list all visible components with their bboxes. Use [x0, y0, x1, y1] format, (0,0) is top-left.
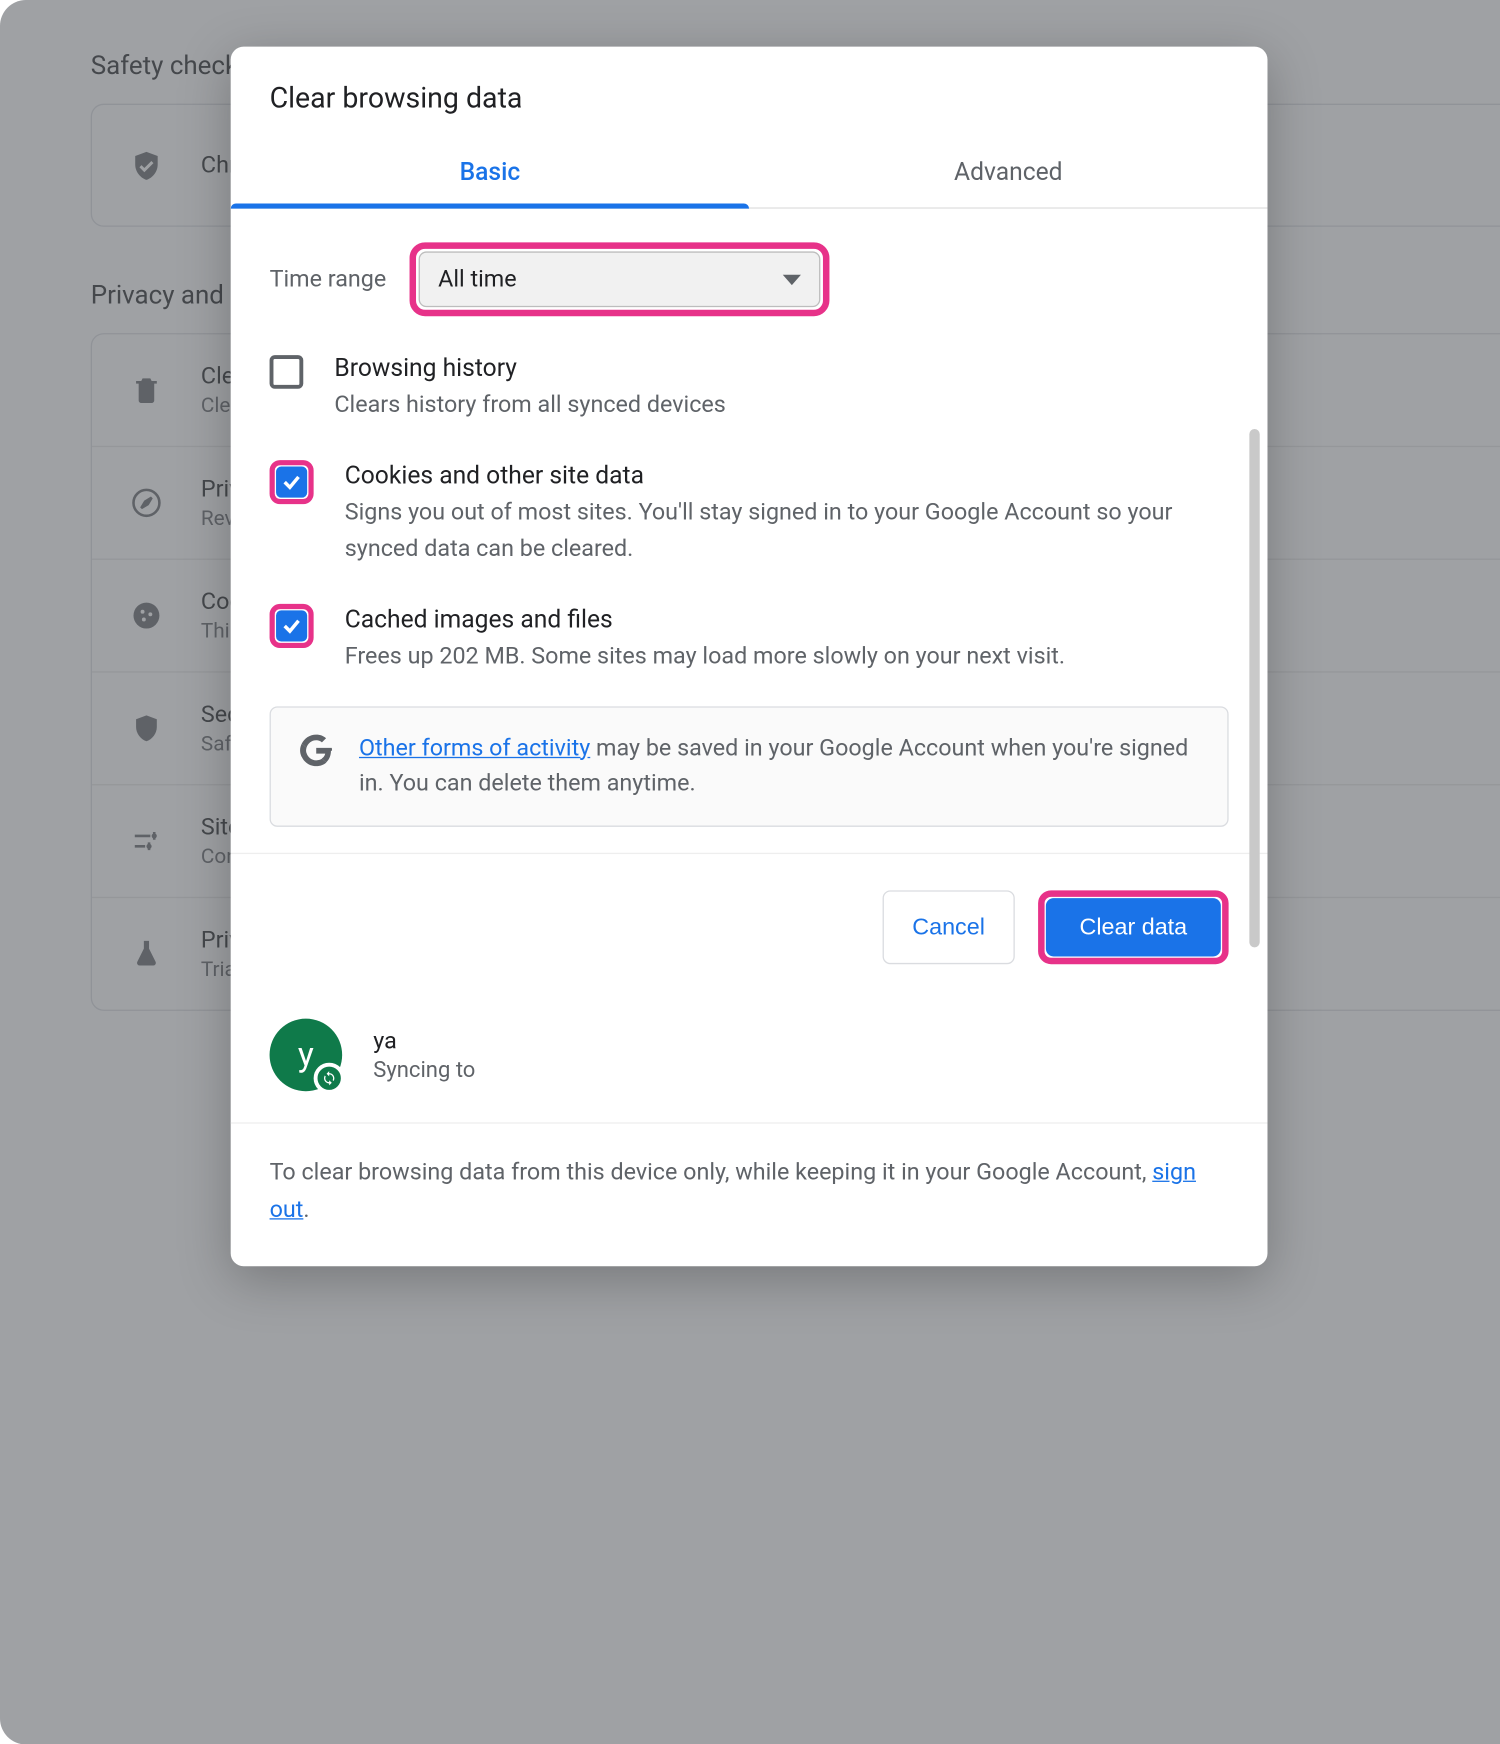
dialog-scrollbar[interactable] — [1249, 429, 1259, 947]
option-subtitle: Clears history from all synced devices — [334, 388, 1228, 424]
clear-data-button[interactable]: Clear data — [1046, 899, 1221, 957]
tab-advanced[interactable]: Advanced — [749, 139, 1267, 208]
option-subtitle: Frees up 202 MB. Some sites may load mor… — [345, 639, 1229, 675]
clear-browsing-data-dialog: Clear browsing data Basic Advanced Time … — [231, 47, 1268, 1266]
google-logo-icon — [299, 733, 333, 772]
clear-data-highlight: Clear data — [1038, 891, 1229, 965]
avatar: y — [270, 1019, 343, 1092]
signout-hint: To clear browsing data from this device … — [231, 1123, 1268, 1266]
option-title: Cookies and other site data — [345, 460, 1229, 490]
other-activity-link[interactable]: Other forms of activity — [359, 734, 590, 761]
time-range-highlight: All time — [410, 242, 830, 316]
sync-account-row: y ya Syncing to — [231, 993, 1268, 1104]
chevron-down-icon — [783, 274, 801, 284]
cancel-button[interactable]: Cancel — [882, 891, 1014, 965]
tab-basic[interactable]: Basic — [231, 139, 749, 208]
sync-account-name: ya — [373, 1028, 475, 1055]
checkbox-cookies[interactable] — [276, 466, 307, 497]
option-cookies: Cookies and other site data Signs you out… — [270, 437, 1229, 581]
option-title: Browsing history — [334, 353, 1228, 383]
checkbox-highlight — [270, 460, 314, 504]
dialog-title: Clear browsing data — [231, 47, 1268, 139]
avatar-letter: y — [298, 1036, 314, 1075]
checkbox-cache[interactable] — [276, 610, 307, 641]
time-range-dropdown[interactable]: All time — [419, 251, 821, 307]
option-cache: Cached images and files Frees up 202 MB. … — [270, 580, 1229, 687]
google-activity-text: Other forms of activity may be saved in … — [359, 730, 1199, 802]
sync-account-status: Syncing to — [373, 1057, 475, 1083]
time-range-value: All time — [438, 266, 516, 293]
time-range-label: Time range — [270, 266, 387, 293]
option-title: Cached images and files — [345, 604, 1229, 634]
option-subtitle: Signs you out of most sites. You'll stay… — [345, 495, 1229, 567]
checkbox-highlight — [270, 604, 314, 648]
google-activity-info: Other forms of activity may be saved in … — [270, 706, 1229, 828]
dialog-tabs: Basic Advanced — [231, 139, 1268, 209]
option-history: Browsing history Clears history from all … — [270, 329, 1229, 436]
sync-badge-icon — [314, 1063, 345, 1094]
checkbox-history[interactable] — [270, 355, 304, 389]
